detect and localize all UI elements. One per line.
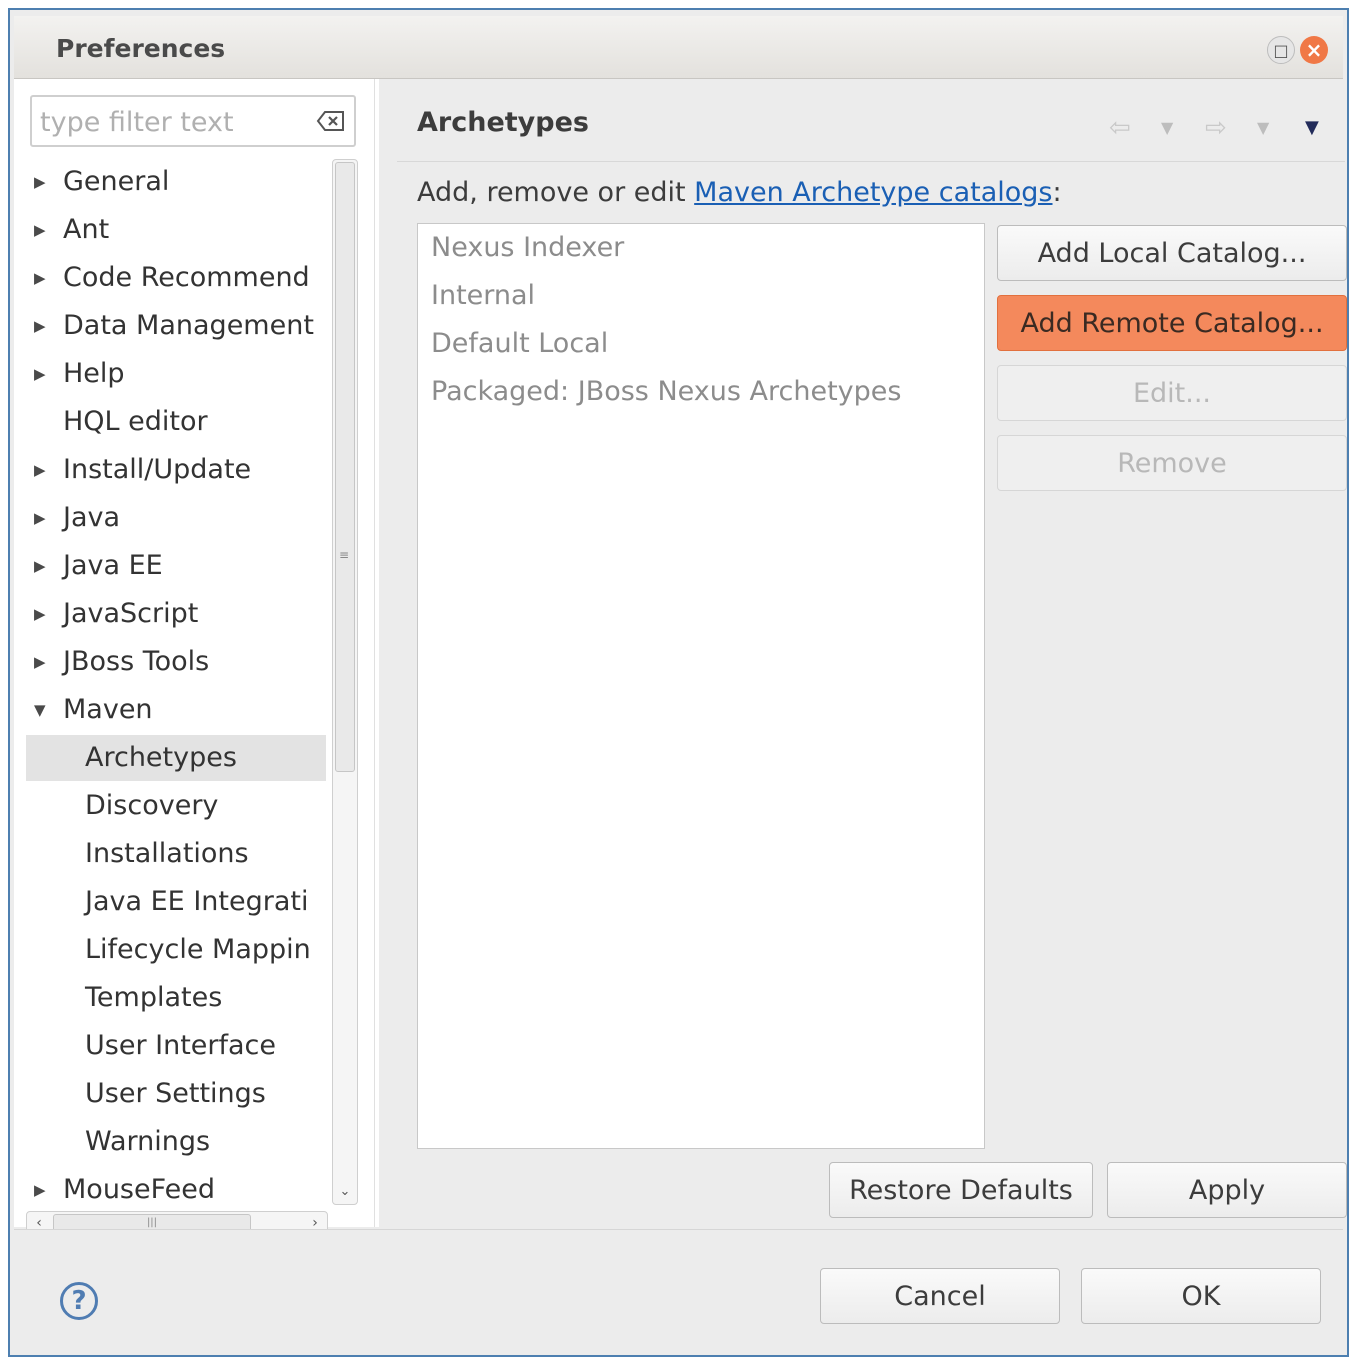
apply-button[interactable]: Apply [1107,1162,1347,1218]
tree-item-label: User Settings [85,1078,266,1109]
tree-item[interactable]: ▶ MouseFeed [26,1167,326,1199]
tree-item[interactable]: Warnings [26,1119,326,1165]
tree-item[interactable]: User Settings [26,1071,326,1117]
tree-item[interactable]: ▶ Ant [26,207,326,253]
tree-item[interactable]: Discovery [26,783,326,829]
preference-tree: ▶ General ▶ Ant ▶ Code Recommend ▶ Data Managem… [26,159,326,1199]
remove-button[interactable]: Remove [997,435,1347,491]
tree-vertical-scrollbar[interactable]: ⌃ ≡ ⌄ [332,159,358,1205]
collapsed-arrow-icon[interactable]: ▶ [34,591,46,637]
ok-button[interactable]: OK [1081,1268,1321,1324]
catalog-list[interactable]: Nexus Indexer Internal Default Local Packag… [417,223,985,1149]
catalog-list-item[interactable]: Default Local [431,320,608,368]
tree-item[interactable]: ▶ JavaScript [26,591,326,637]
page-title: Archetypes [417,107,589,138]
preferences-dialog: Preferences □ × ▶ General ▶ Ant ▶ Code Recomm… [8,8,1349,1357]
tree-item-label: Maven [63,694,153,725]
view-menu-icon[interactable]: ▼ [1305,113,1319,143]
tree-item-label: Java EE [63,550,163,581]
expanded-arrow-icon[interactable]: ▼ [34,687,46,733]
add-remote-catalog-button[interactable]: Add Remote Catalog... [997,295,1347,351]
edit-button[interactable]: Edit... [997,365,1347,421]
collapsed-arrow-icon[interactable]: ▶ [34,543,46,589]
tree-item[interactable]: Installations [26,831,326,877]
tree-item-label: Discovery [85,790,219,821]
clear-filter-icon[interactable] [316,110,346,132]
maximize-icon[interactable]: □ [1267,36,1295,64]
catalog-list-item[interactable]: Nexus Indexer [431,224,624,272]
description-text: Add, remove or edit [417,177,695,208]
collapsed-arrow-icon[interactable]: ▶ [34,639,46,685]
collapsed-arrow-icon[interactable]: ▶ [34,303,46,349]
back-arrow-icon[interactable]: ⇦ [1109,113,1131,143]
catalog-list-item[interactable]: Internal [431,272,535,320]
tree-item-label: Archetypes [85,742,237,773]
tree-item-label: Templates [85,982,223,1013]
header-divider [397,161,1345,162]
tree-item[interactable]: ▶ Java EE [26,543,326,589]
tree-item-label: Help [63,358,125,389]
tree-item[interactable]: ▶ Data Management [26,303,326,349]
help-icon[interactable]: ? [60,1282,98,1320]
tree-item-label: Code Recommend [63,262,310,293]
close-icon[interactable]: × [1300,36,1328,64]
collapsed-arrow-icon[interactable]: ▶ [34,255,46,301]
tree-item[interactable]: ▶ Code Recommend [26,255,326,301]
tree-item-label: Java EE Integrati [85,886,309,917]
description-colon: : [1052,177,1062,208]
tree-item-label: Warnings [85,1126,211,1157]
tree-item-label: Data Management [63,310,314,341]
tree-item[interactable]: ▶ Help [26,351,326,397]
back-history-dropdown-icon[interactable]: ▼ [1161,113,1173,143]
tree-item-label: Installations [85,838,249,869]
tree-item[interactable]: ▶ JBoss Tools [26,639,326,685]
title-bar: Preferences □ × [14,16,1343,79]
window-title: Preferences [56,34,226,63]
tree-item[interactable]: Lifecycle Mappin [26,927,326,973]
tree-item[interactable]: User Interface [26,1023,326,1069]
tree-item[interactable]: ▼ Maven [26,687,326,733]
tree-item[interactable]: Templates [26,975,326,1021]
scroll-down-icon[interactable]: ⌄ [335,1182,355,1202]
tree-item[interactable]: ▶ General [26,159,326,205]
collapsed-arrow-icon[interactable]: ▶ [34,159,46,205]
tree-item-label: Lifecycle Mappin [85,934,311,965]
collapsed-arrow-icon[interactable]: ▶ [34,495,46,541]
tree-item-label: General [63,166,170,197]
filter-field[interactable] [30,95,356,147]
dialog-body: ▶ General ▶ Ant ▶ Code Recommend ▶ Data Managem… [14,79,1347,1235]
tree-item-label: JBoss Tools [63,646,210,677]
tree-item-label: User Interface [85,1030,277,1061]
forward-history-dropdown-icon[interactable]: ▼ [1257,113,1269,143]
tree-item[interactable]: Java EE Integrati [26,879,326,925]
preference-page: Archetypes ⇦ ▼ ⇨ ▼ ▼ Add, remove or edit… [379,79,1347,1227]
forward-arrow-icon[interactable]: ⇨ [1205,113,1227,143]
restore-defaults-button[interactable]: Restore Defaults [829,1162,1093,1218]
tree-item-label: HQL editor [63,406,208,437]
add-local-catalog-button[interactable]: Add Local Catalog... [997,225,1347,281]
collapsed-arrow-icon[interactable]: ▶ [34,447,46,493]
dialog-button-bar: ? Cancel OK [14,1229,1343,1354]
tree-item[interactable]: Archetypes [26,735,326,781]
maven-archetype-catalogs-link[interactable]: Maven Archetype catalogs [694,177,1052,208]
catalog-list-item[interactable]: Packaged: JBoss Nexus Archetypes [431,368,901,416]
tree-item[interactable]: HQL editor [26,399,326,445]
tree-item[interactable]: ▶ Install/Update [26,447,326,493]
filter-input[interactable] [38,104,312,140]
tree-item-label: JavaScript [63,598,199,629]
page-navigation: ⇦ ▼ ⇨ ▼ ▼ [1109,113,1339,143]
tree-item-label: Java [63,502,121,533]
collapsed-arrow-icon[interactable]: ▶ [34,351,46,397]
cancel-button[interactable]: Cancel [820,1268,1060,1324]
tree-item-label: MouseFeed [63,1174,216,1199]
grip-icon: ≡ [339,548,350,562]
preference-navigation: ▶ General ▶ Ant ▶ Code Recommend ▶ Data Managem… [14,79,375,1235]
scrollbar-thumb[interactable] [335,162,355,772]
collapsed-arrow-icon[interactable]: ▶ [34,1167,46,1199]
tree-item-label: Install/Update [63,454,252,485]
page-description: Add, remove or edit Maven Archetype cata… [417,177,1062,208]
tree-item[interactable]: ▶ Java [26,495,326,541]
collapsed-arrow-icon[interactable]: ▶ [34,207,46,253]
tree-item-label: Ant [63,214,110,245]
